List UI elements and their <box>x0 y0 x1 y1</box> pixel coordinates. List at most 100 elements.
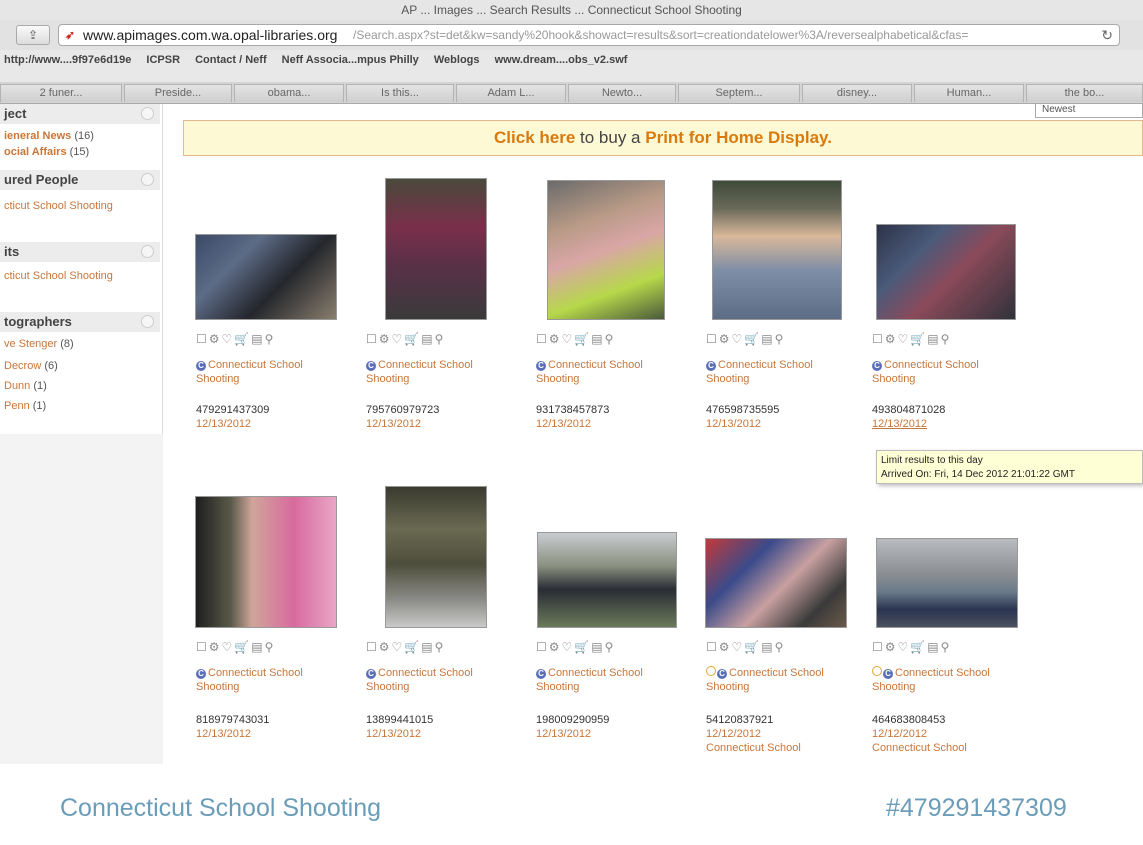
zoom-icon[interactable]: ⚲ <box>941 332 952 346</box>
result-thumbnail[interactable] <box>537 532 677 628</box>
sidebar-heading-featured-people[interactable]: ured People <box>0 170 160 190</box>
lightbox-icon[interactable]: ♡ <box>222 640 235 654</box>
cart-icon[interactable]: 🛒 <box>404 332 421 346</box>
sidebar-item-person[interactable]: cticut School Shooting <box>4 200 113 212</box>
sidebar-item-photographer[interactable]: Decrow (6) <box>4 360 58 372</box>
sidebar-item-photographer[interactable]: Penn (1) <box>4 400 46 412</box>
zoom-icon[interactable]: ⚲ <box>605 640 616 654</box>
details-icon[interactable]: ▤ <box>761 640 774 654</box>
gear-icon[interactable]: ⚙ <box>719 332 732 346</box>
collapse-toggle-icon[interactable] <box>141 173 154 186</box>
zoom-icon[interactable]: ⚲ <box>435 332 446 346</box>
sidebar-heading-events[interactable]: its <box>0 242 160 262</box>
result-thumbnail[interactable] <box>876 538 1018 628</box>
lightbox-icon[interactable]: ♡ <box>898 640 911 654</box>
result-title[interactable]: C Connecticut School Shooting <box>366 358 516 386</box>
bookmark-item[interactable]: Neff Associa...mpus Philly <box>282 54 419 66</box>
collapse-toggle-icon[interactable] <box>141 245 154 258</box>
gear-icon[interactable]: ⚙ <box>209 332 222 346</box>
lightbox-icon[interactable]: ♡ <box>732 332 745 346</box>
result-title[interactable]: C Connecticut School Shooting <box>196 666 346 694</box>
lightbox-icon[interactable]: ♡ <box>222 332 235 346</box>
cart-icon[interactable]: 🛒 <box>910 332 927 346</box>
bookmark-item[interactable]: ICPSR <box>146 54 180 66</box>
result-title[interactable]: C Connecticut School Shooting <box>872 358 1022 386</box>
result-thumbnail[interactable] <box>385 178 487 320</box>
browser-tab[interactable]: Septem... <box>678 84 800 102</box>
result-date[interactable]: 12/13/2012 <box>366 728 421 740</box>
result-thumbnail[interactable] <box>385 486 487 628</box>
gear-icon[interactable]: ⚙ <box>719 640 732 654</box>
select-checkbox-icon[interactable]: ☐ <box>872 332 885 346</box>
browser-tab[interactable]: disney... <box>802 84 912 102</box>
browser-tab[interactable]: Newto... <box>568 84 676 102</box>
cart-icon[interactable]: 🛒 <box>574 640 591 654</box>
gear-icon[interactable]: ⚙ <box>885 640 898 654</box>
browser-tab[interactable]: obama... <box>234 84 344 102</box>
lightbox-icon[interactable]: ♡ <box>392 640 405 654</box>
details-icon[interactable]: ▤ <box>251 332 264 346</box>
result-title[interactable]: C Connecticut School Shooting <box>706 358 856 386</box>
gear-icon[interactable]: ⚙ <box>549 640 562 654</box>
browser-tab[interactable]: Is this... <box>346 84 454 102</box>
address-bar[interactable]: ➶ www.apimages.com.wa.opal-libraries.org… <box>58 24 1120 46</box>
result-date[interactable]: 12/13/2012 <box>706 418 761 430</box>
result-thumbnail[interactable] <box>195 234 337 320</box>
details-icon[interactable]: ▤ <box>421 332 434 346</box>
result-title[interactable]: C Connecticut School Shooting <box>872 666 1022 694</box>
details-icon[interactable]: ▤ <box>251 640 264 654</box>
result-title[interactable]: C Connecticut School Shooting <box>536 666 686 694</box>
result-title[interactable]: C Connecticut School Shooting <box>706 666 856 694</box>
cart-icon[interactable]: 🛒 <box>744 332 761 346</box>
bookmark-item[interactable]: Weblogs <box>434 54 480 66</box>
zoom-icon[interactable]: ⚲ <box>775 640 786 654</box>
details-icon[interactable]: ▤ <box>421 640 434 654</box>
result-date[interactable]: 12/13/2012 <box>366 418 421 430</box>
gear-icon[interactable]: ⚙ <box>885 332 898 346</box>
sidebar-heading-photographers[interactable]: tographers <box>0 312 160 332</box>
sidebar-item-social-affairs[interactable]: ocial Affairs (15) <box>4 146 89 158</box>
gear-icon[interactable]: ⚙ <box>379 332 392 346</box>
reload-icon[interactable]: ↻ <box>1097 27 1113 44</box>
details-icon[interactable]: ▤ <box>591 640 604 654</box>
result-thumbnail[interactable] <box>547 180 665 320</box>
share-button[interactable]: ⇪ <box>16 25 50 45</box>
lightbox-icon[interactable]: ♡ <box>562 332 575 346</box>
result-date[interactable]: 12/12/2012 <box>872 728 927 740</box>
details-icon[interactable]: ▤ <box>927 640 940 654</box>
result-date[interactable]: 12/13/2012 <box>536 728 591 740</box>
cart-icon[interactable]: 🛒 <box>574 332 591 346</box>
bookmark-item[interactable]: http://www....9f97e6d19e <box>4 54 131 66</box>
select-checkbox-icon[interactable]: ☐ <box>706 640 719 654</box>
click-here-link[interactable]: Click here <box>494 128 575 147</box>
zoom-icon[interactable]: ⚲ <box>265 332 276 346</box>
result-date[interactable]: 12/13/2012 <box>872 418 927 430</box>
lightbox-icon[interactable]: ♡ <box>732 640 745 654</box>
browser-tab[interactable]: Adam L... <box>456 84 566 102</box>
collapse-toggle-icon[interactable] <box>141 107 154 120</box>
result-title[interactable]: C Connecticut School Shooting <box>196 358 346 386</box>
details-icon[interactable]: ▤ <box>591 332 604 346</box>
zoom-icon[interactable]: ⚲ <box>435 640 446 654</box>
print-promo-banner[interactable]: Click here to buy a Print for Home Displ… <box>183 120 1143 156</box>
select-checkbox-icon[interactable]: ☐ <box>536 332 549 346</box>
sidebar-item-photographer[interactable]: Dunn (1) <box>4 380 47 392</box>
zoom-icon[interactable]: ⚲ <box>265 640 276 654</box>
details-icon[interactable]: ▤ <box>927 332 940 346</box>
result-date[interactable]: 12/13/2012 <box>196 418 251 430</box>
result-thumbnail[interactable] <box>876 224 1016 320</box>
browser-tab[interactable]: Human... <box>914 84 1024 102</box>
sidebar-item-event[interactable]: cticut School Shooting <box>4 270 113 282</box>
browser-tab[interactable]: the bo... <box>1026 84 1143 102</box>
cart-icon[interactable]: 🛒 <box>234 332 251 346</box>
zoom-icon[interactable]: ⚲ <box>941 640 952 654</box>
sidebar-heading-subject[interactable]: ject <box>0 104 160 124</box>
cart-icon[interactable]: 🛒 <box>404 640 421 654</box>
result-date[interactable]: 12/13/2012 <box>196 728 251 740</box>
result-thumbnail[interactable] <box>712 180 842 320</box>
select-checkbox-icon[interactable]: ☐ <box>536 640 549 654</box>
select-checkbox-icon[interactable]: ☐ <box>196 640 209 654</box>
result-thumbnail[interactable] <box>705 538 847 628</box>
cart-icon[interactable]: 🛒 <box>234 640 251 654</box>
result-thumbnail[interactable] <box>195 496 337 628</box>
